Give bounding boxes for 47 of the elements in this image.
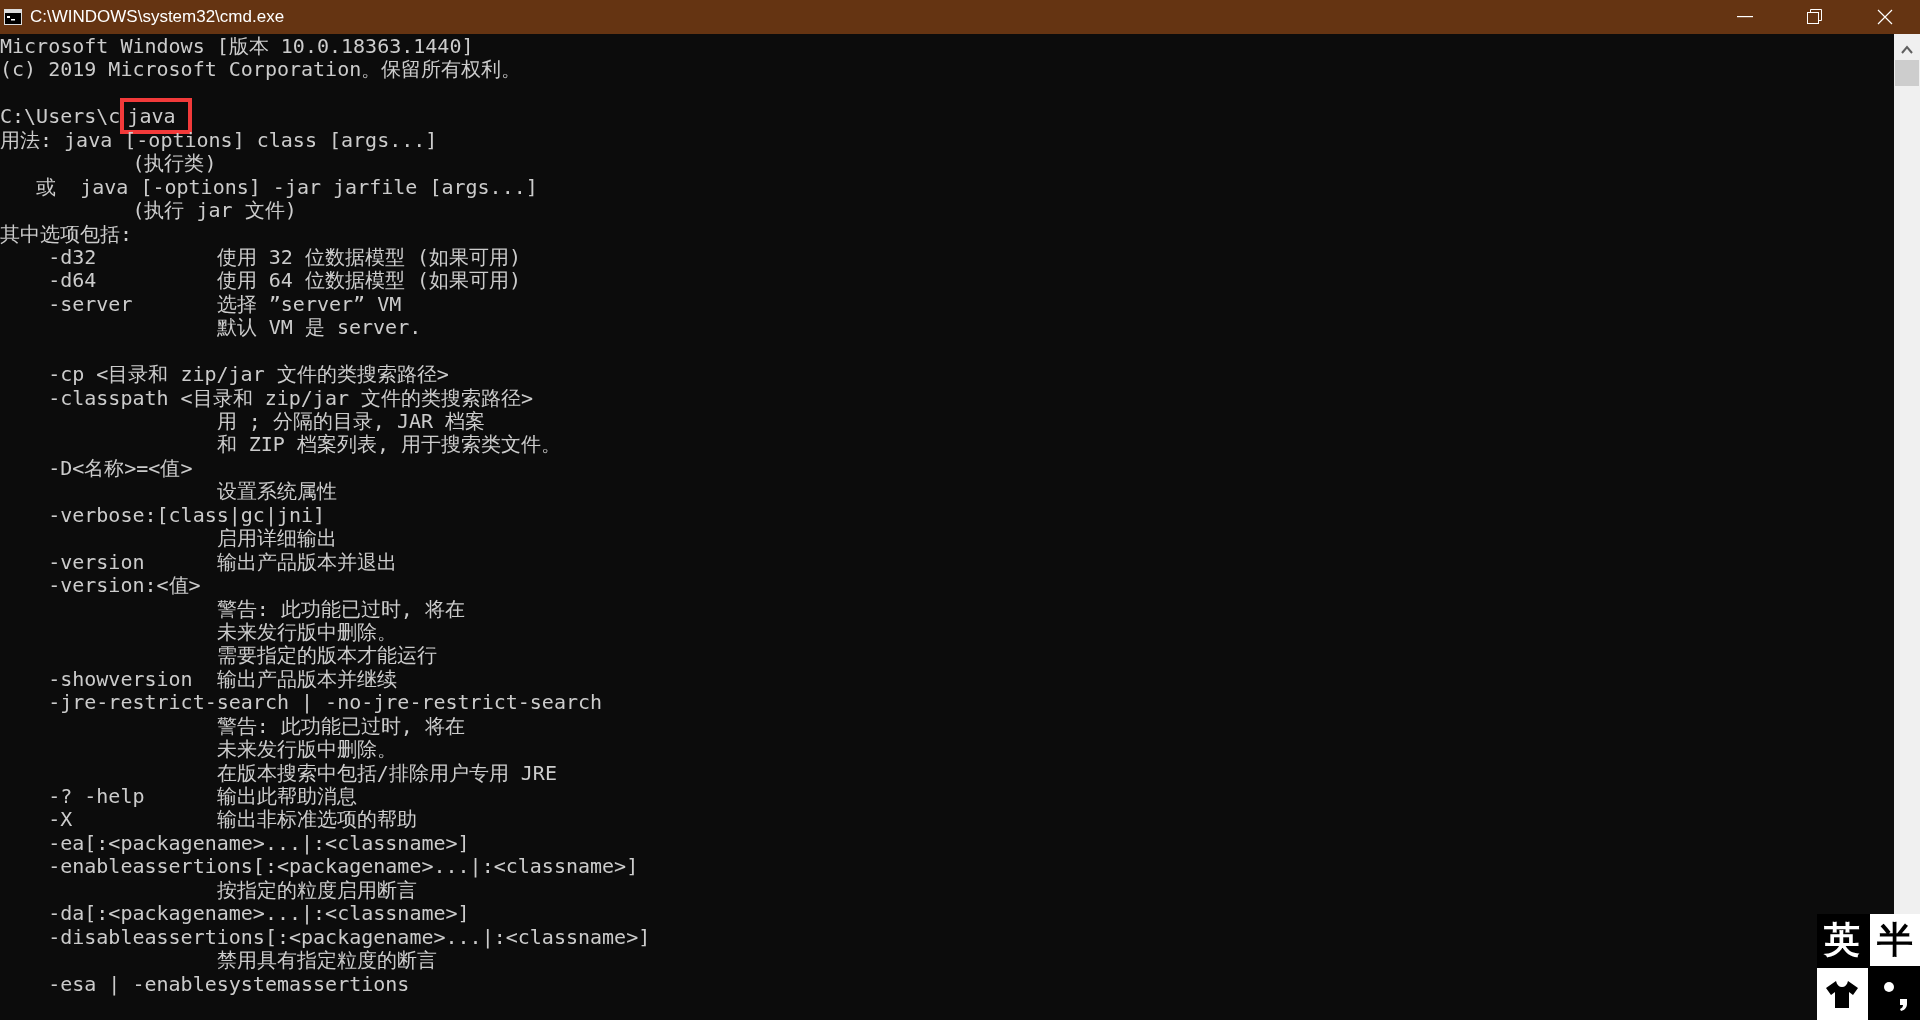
command-prompt: C:\Users\c — [0, 104, 121, 129]
console-line: -enableassertions[:<packagename>...|:<classname>] — [47, 854, 639, 879]
console-line: -jre-restrict-search | -no-jre-restrict-search — [47, 690, 603, 715]
scroll-thumb[interactable] — [1895, 60, 1919, 86]
ime-width-button[interactable]: 半 — [1869, 914, 1920, 966]
console-line: 或 java [-options] -jar jarfile [args...] — [35, 174, 538, 199]
console-line: -? -help 输出此帮助消息 — [47, 784, 357, 808]
window-title: C:\WINDOWS\system32\cmd.exe — [30, 7, 286, 27]
console-line: -ea[:<packagename>...|:<classname>] — [47, 830, 470, 855]
console-line: -server 选择 ”server” VM — [47, 291, 402, 316]
console-line: -esa | -enablesystemassertions — [47, 971, 410, 996]
console-line: 默认 VM 是 server. — [215, 315, 422, 340]
console-line: (c) 2019 Microsoft Corporation。保留所有权利。 — [0, 57, 522, 82]
console-line: -d64 使用 64 位数据模型 (如果可用) — [47, 268, 522, 293]
console-line: -version 输出产品版本并退出 — [47, 549, 397, 574]
terminal-icon — [4, 9, 22, 25]
console-line: 设置系统属性 — [215, 479, 337, 504]
console-line: 未来发行版中删除。 — [215, 737, 397, 762]
scroll-up-icon[interactable] — [1901, 44, 1913, 54]
console-line: -cp <目录和 zip/jar 文件的类搜索路径> — [47, 362, 449, 387]
console-line: (执行类) — [131, 151, 217, 176]
console-line: -showversion 输出产品版本并继续 — [47, 666, 397, 691]
console-line: -verbose:[class|gc|jni] — [47, 502, 326, 527]
skin-icon[interactable] — [1824, 979, 1861, 1009]
console-line: -D<名称>=<值> — [47, 455, 193, 480]
console-line: 警告: 此功能已过时, 将在 — [215, 596, 465, 621]
console-line: (执行 jar 文件) — [131, 198, 297, 223]
console-line: 用 ; 分隔的目录, JAR 档案 — [215, 409, 486, 433]
console-line: 按指定的粒度启用断言 — [216, 877, 417, 902]
console-line: -X 输出非标准选项的帮助 — [47, 807, 417, 832]
console-line: -da[:<packagename>...|:<classname>] — [47, 901, 470, 926]
console-line: Microsoft Windows [版本 10.0.18363.1440] — [0, 34, 474, 58]
console-line: 其中选项包括: — [0, 221, 133, 246]
maximize-icon[interactable] — [1807, 9, 1823, 25]
console-line: 未来发行版中删除。 — [215, 619, 397, 644]
console-line: 启用详细输出 — [216, 526, 337, 551]
console-line: -classpath <目录和 zip/jar 文件的类搜索路径> — [47, 385, 534, 410]
console-line: 警告: 此功能已过时, 将在 — [215, 713, 465, 738]
close-icon[interactable] — [1877, 9, 1893, 25]
console-line: 在版本搜索中包括/排除用户专用 JRE — [215, 760, 557, 785]
console-line: 需要指定的版本才能运行 — [215, 643, 437, 668]
minimize-icon[interactable] — [1737, 16, 1753, 18]
console-line: -version:<值> — [47, 573, 201, 598]
console-line: 和 ZIP 档案列表, 用于搜索类文件。 — [215, 432, 562, 457]
console-line: -d32 使用 32 位数据模型 (如果可用) — [47, 244, 522, 269]
console-line: -disableassertions[:<packagename>...|:<classname>] — [47, 924, 651, 949]
console-line: 禁用具有指定粒度的断言 — [216, 948, 437, 973]
